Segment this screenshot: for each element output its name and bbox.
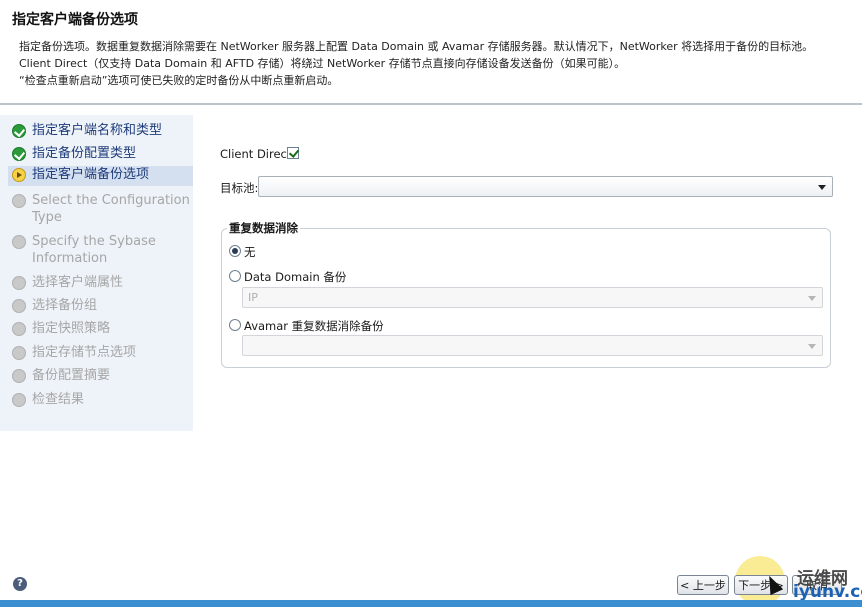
step-client-backup-options[interactable]: 指定客户端备份选项 <box>8 166 193 186</box>
wizard-header: 指定客户端备份选项 指定备份选项。数据重复数据消除需要在 NetWorker 服… <box>0 0 862 104</box>
pending-step-icon <box>12 276 26 290</box>
step-snapshot-policy: 指定快照策略 <box>12 320 192 337</box>
step-client-properties: 选择客户端属性 <box>12 274 192 291</box>
step-label: 选择备份组 <box>32 298 98 313</box>
pending-step-icon <box>12 194 26 208</box>
watermark-url: iyunv.com <box>793 582 862 602</box>
check-complete-icon <box>12 147 26 161</box>
description-line-3: “检查点重新启动”选项可使已失败的定时备份从中断点重新启动。 <box>19 74 339 87</box>
pending-step-icon <box>12 322 26 336</box>
datadomain-value: IP <box>248 291 258 304</box>
pending-step-icon <box>12 369 26 383</box>
dedup-datadomain-radio[interactable] <box>229 270 241 282</box>
step-label: 指定客户端名称和类型 <box>32 123 163 138</box>
page-title: 指定客户端备份选项 <box>12 12 138 28</box>
step-label: 选择客户端属性 <box>32 275 124 290</box>
step-label: 备份配置摘要 <box>32 368 111 383</box>
target-pool-label: 目标池: <box>220 181 259 195</box>
pending-step-icon <box>12 346 26 360</box>
step-sybase-information: Specify the Sybase Information <box>12 233 192 267</box>
description-line-1: 指定备份选项。数据重复数据消除需要在 NetWorker 服务器上配置 Data… <box>19 40 814 53</box>
dedup-avamar-label: Avamar 重复数据消除备份 <box>244 319 384 333</box>
current-step-arrow-icon <box>12 168 26 182</box>
dedup-avamar-radio[interactable] <box>229 319 241 331</box>
back-button[interactable]: < 上一步 <box>677 575 729 595</box>
step-label: 指定客户端备份选项 <box>32 167 150 182</box>
step-label: 指定快照策略 <box>32 321 111 336</box>
step-label: 检查结果 <box>32 392 85 407</box>
description-line-2: Client Direct（仅支持 Data Domain 和 AFTD 存储）… <box>19 57 626 70</box>
dedup-datadomain-label: Data Domain 备份 <box>244 270 347 284</box>
client-direct-label: Client Direct: <box>220 147 296 161</box>
avamar-dropdown <box>242 335 823 356</box>
step-label: 指定备份配置类型 <box>32 146 137 161</box>
step-config-summary: 备份配置摘要 <box>12 367 192 384</box>
step-backup-group: 选择备份组 <box>12 297 192 314</box>
sidebar-empty-area <box>0 431 193 571</box>
chevron-down-icon <box>818 185 826 190</box>
step-select-configuration-type: Select the Configuration Type <box>12 192 192 226</box>
dedup-none-radio[interactable] <box>229 245 241 257</box>
window-bottom-border <box>0 600 862 607</box>
dedup-group-title: 重复数据消除 <box>227 220 300 236</box>
chevron-down-icon <box>808 344 816 349</box>
step-label: Select the Configuration Type <box>32 193 190 225</box>
pending-step-icon <box>12 393 26 407</box>
step-client-name-type[interactable]: 指定客户端名称和类型 <box>12 122 192 139</box>
pending-step-icon <box>12 235 26 249</box>
target-pool-dropdown[interactable] <box>258 176 833 197</box>
step-storage-node-options: 指定存储节点选项 <box>12 344 192 361</box>
step-backup-config-type[interactable]: 指定备份配置类型 <box>12 145 192 162</box>
help-icon[interactable]: ? <box>13 577 27 591</box>
step-label: 指定存储节点选项 <box>32 345 137 360</box>
step-label: Specify the Sybase Information <box>32 234 156 266</box>
datadomain-dropdown: IP <box>242 287 823 308</box>
check-complete-icon <box>12 124 26 138</box>
client-direct-checkbox[interactable] <box>287 147 299 159</box>
pending-step-icon <box>12 299 26 313</box>
dedup-none-label: 无 <box>244 245 256 259</box>
chevron-down-icon <box>808 296 816 301</box>
step-check-results: 检查结果 <box>12 391 192 408</box>
